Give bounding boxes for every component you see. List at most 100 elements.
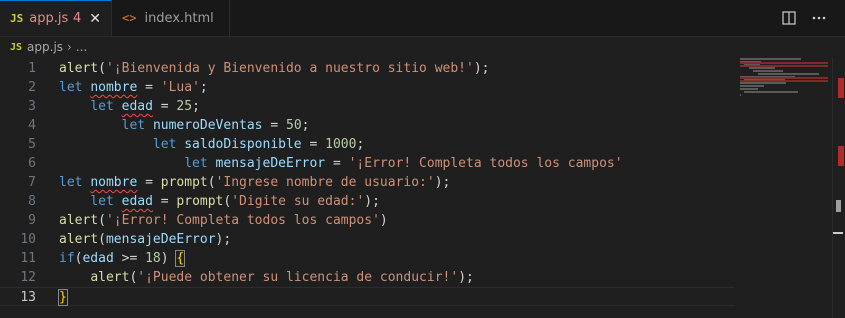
minimap-error xyxy=(740,62,828,64)
code-token: alert xyxy=(59,213,99,228)
code-line[interactable]: 11 if(edad >= 18) { xyxy=(0,249,735,268)
code-token: 'Digite su edad:' xyxy=(231,194,365,209)
code-token: '¡Error! Completa todos los campos' xyxy=(105,213,380,228)
line-number: 3 xyxy=(28,99,36,114)
error-marker xyxy=(838,146,844,166)
minimap-error xyxy=(740,77,828,79)
code-token: if xyxy=(59,251,75,266)
code-token: edad xyxy=(121,194,153,209)
code-token: let xyxy=(184,156,216,171)
code-token: '¡Puede obtener su licencia de conducir!… xyxy=(137,270,459,285)
breadcrumb-file[interactable]: app.js xyxy=(27,40,63,54)
code-token: ); xyxy=(458,270,474,285)
problem-count-badge: 4 xyxy=(72,11,82,26)
line-number: 4 xyxy=(28,118,36,133)
code-token: let xyxy=(121,118,153,133)
code-line[interactable]: 2 let nombre = 'Lua'; xyxy=(0,78,735,97)
minimap-line xyxy=(740,94,742,96)
code-line[interactable]: 13} xyxy=(0,287,735,306)
code-token: = xyxy=(137,80,161,95)
minimap-line xyxy=(748,67,776,69)
code-token: '¡Bienvenida y Bienvenido a nuestro siti… xyxy=(105,61,474,76)
code-token: } xyxy=(58,289,68,306)
code-token: nombre xyxy=(90,175,138,190)
editor-tab-bar: JS app.js 4 ✕ <> index.html xyxy=(0,0,845,37)
code-token: ( xyxy=(98,213,106,228)
code-token: ); xyxy=(473,61,490,76)
scrollbar-thumb[interactable] xyxy=(836,200,841,212)
chevron-right-icon: › xyxy=(67,40,72,54)
code-token: ) xyxy=(379,213,388,228)
minimap-error xyxy=(740,80,828,82)
code-token: 50 xyxy=(286,118,302,133)
minimap[interactable] xyxy=(740,58,830,128)
code-line[interactable]: 1 alert('¡Bienvenida y Bienvenido a nuest… xyxy=(0,59,735,78)
minimap-line xyxy=(740,85,765,87)
code-editor[interactable]: 1 alert('¡Bienvenida y Bienvenido a nuest… xyxy=(0,57,845,318)
breadcrumb-symbols[interactable]: ... xyxy=(76,40,87,54)
minimap-line xyxy=(740,88,758,90)
code-token: = xyxy=(152,99,177,114)
code-text: } xyxy=(58,288,68,307)
minimap-line xyxy=(740,82,787,84)
line-number: 1 xyxy=(28,61,36,76)
breadcrumb: JS app.js › ... xyxy=(0,37,845,57)
code-line[interactable]: 5 let saldoDisponible = 1000; xyxy=(0,135,735,154)
code-text: let edad = 25; xyxy=(59,97,200,116)
editor-actions xyxy=(781,0,845,36)
error-marker xyxy=(838,78,844,98)
text-cursor xyxy=(66,290,68,305)
code-text: let nombre = 'Lua'; xyxy=(59,78,208,97)
code-token: ); xyxy=(215,232,232,247)
code-line[interactable]: 3 let edad = 25; xyxy=(0,97,735,116)
code-token: ( xyxy=(207,175,216,190)
code-token: ) xyxy=(160,251,177,266)
code-token: ; xyxy=(199,80,208,95)
code-text: let numeroDeVentas = 50; xyxy=(59,116,310,135)
line-number: 2 xyxy=(28,80,36,95)
more-actions-icon[interactable] xyxy=(811,10,827,26)
minimap-line xyxy=(757,73,820,75)
line-number: 7 xyxy=(28,175,36,190)
tab-label: app.js xyxy=(29,11,69,26)
line-number: 11 xyxy=(20,251,36,266)
code-line[interactable]: 12 alert('¡Puede obtener su licencia de … xyxy=(0,268,735,287)
code-text: alert('¡Bienvenida y Bienvenido a nuestr… xyxy=(59,59,489,78)
code-line[interactable]: 6 let mensajeDeError = '¡Error! Completa… xyxy=(0,154,735,173)
html-file-icon: <> xyxy=(122,11,137,25)
code-text: if(edad >= 18) { xyxy=(59,249,186,268)
javascript-file-icon: JS xyxy=(10,12,24,25)
line-number: 9 xyxy=(28,213,36,228)
code-token: ; xyxy=(192,99,200,114)
code-text: let nombre = prompt('Ingrese nombre de u… xyxy=(59,173,450,192)
line-number: 10 xyxy=(20,232,36,247)
code-token: = xyxy=(137,175,161,190)
code-text: let saldoDisponible = 1000; xyxy=(59,135,364,154)
code-line[interactable]: 10 alert(mensajeDeError); xyxy=(0,230,735,249)
code-token: numeroDeVentas xyxy=(152,118,263,133)
minimap-line xyxy=(740,58,801,60)
tab-label: index.html xyxy=(144,10,214,26)
code-line[interactable]: 9 alert('¡Error! Completa todos los campo… xyxy=(0,211,735,230)
close-icon[interactable]: ✕ xyxy=(89,11,101,27)
code-line[interactable]: 7 let nombre = prompt('Ingrese nombre de … xyxy=(0,173,735,192)
split-editor-icon[interactable] xyxy=(781,10,797,26)
code-token: = xyxy=(262,118,286,133)
cursor-position-marker xyxy=(833,232,843,234)
code-token: mensajeDeError xyxy=(215,156,326,171)
code-line[interactable]: 8 let edad = prompt('Digite su edad:'); xyxy=(0,192,735,211)
code-line[interactable]: 4 let numeroDeVentas = 50; xyxy=(0,116,735,135)
code-token: prompt xyxy=(176,194,224,209)
code-text: alert('¡Puede obtener su licencia de con… xyxy=(59,268,474,287)
tab-app-js[interactable]: JS app.js 4 ✕ xyxy=(0,0,112,36)
line-number: 5 xyxy=(28,137,36,152)
code-token: 'Lua' xyxy=(160,80,200,95)
code-token: edad xyxy=(82,251,114,266)
tab-index-html[interactable]: <> index.html xyxy=(112,0,230,36)
code-token: prompt xyxy=(160,175,208,190)
code-token: alert xyxy=(59,61,99,76)
